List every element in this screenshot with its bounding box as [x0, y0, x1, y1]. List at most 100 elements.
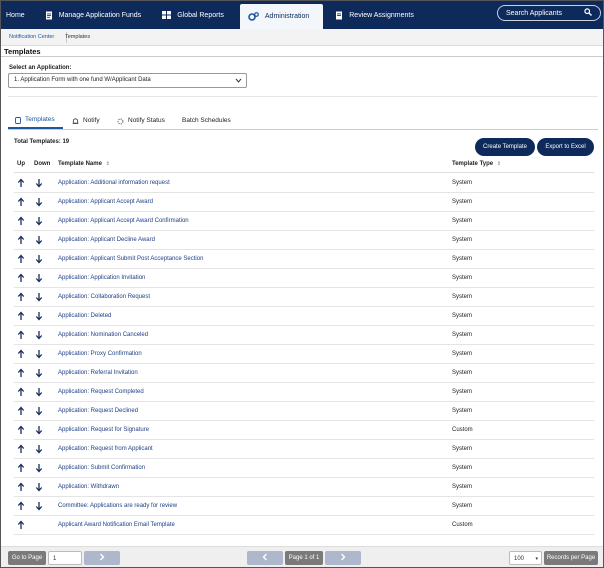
tab-templates[interactable]: Templates	[8, 113, 63, 129]
arrow-up-icon[interactable]	[17, 520, 25, 530]
template-name-link[interactable]: Application: Submit Confirmation	[58, 459, 145, 478]
arrow-down-icon[interactable]	[35, 330, 43, 340]
template-name-link[interactable]: Application: Proxy Confirmation	[58, 345, 142, 364]
arrow-up-icon[interactable]	[17, 482, 25, 492]
arrow-down-icon[interactable]	[35, 197, 43, 207]
template-type: System	[452, 408, 473, 414]
previous-page-button[interactable]	[247, 551, 283, 565]
arrow-down-icon[interactable]	[35, 292, 43, 302]
arrow-up-icon[interactable]	[17, 235, 25, 245]
nav-global-reports[interactable]: Global Reports	[148, 1, 231, 29]
records-per-page-select[interactable]: 100 ▾	[509, 551, 542, 565]
arrow-down-icon[interactable]	[35, 406, 43, 416]
arrow-up-icon[interactable]	[17, 254, 25, 264]
template-name-link[interactable]: Application: Request from Applicant	[58, 440, 153, 459]
arrow-down-icon[interactable]	[35, 254, 43, 264]
tab-notify-status[interactable]: Notify Status	[117, 113, 165, 129]
template-type: System	[452, 503, 473, 509]
nav-review-assignments[interactable]: Review Assignments	[323, 1, 421, 29]
template-type: System	[452, 370, 473, 376]
arrow-down-icon[interactable]	[35, 216, 43, 226]
template-name-link[interactable]: Application: Deleted	[58, 307, 111, 326]
arrow-up-icon[interactable]	[17, 330, 25, 340]
nav-administration[interactable]: Administration	[239, 4, 324, 29]
nav-manage-funds-label: Manage Application Funds	[58, 11, 142, 19]
arrow-down-icon[interactable]	[35, 311, 43, 321]
go-arrow-button[interactable]	[84, 551, 120, 565]
template-name-link[interactable]: Application: Nomination Canceled	[58, 326, 148, 345]
column-template-type[interactable]: Template Type ⇕	[452, 161, 501, 167]
bell-icon	[72, 117, 79, 125]
next-page-button[interactable]	[325, 551, 361, 565]
template-name-link[interactable]: Application: Collaboration Request	[58, 288, 150, 307]
arrow-down-icon[interactable]	[35, 368, 43, 378]
arrow-down-icon[interactable]	[35, 387, 43, 397]
template-type: System	[452, 313, 473, 319]
arrow-up-icon[interactable]	[17, 311, 25, 321]
arrow-up-icon[interactable]	[17, 406, 25, 416]
search-icon[interactable]	[584, 8, 592, 18]
application-select[interactable]: 1. Application Form with one fund W/Appl…	[8, 73, 247, 88]
template-type: System	[452, 351, 473, 357]
create-template-button[interactable]: Create Template	[475, 138, 535, 156]
tab-templates-label: Templates	[25, 116, 55, 123]
table-row: Application: Collaboration Request System	[14, 288, 594, 307]
page-number-input[interactable]: 1	[48, 551, 82, 565]
nav-manage-funds[interactable]: Manage Application Funds	[37, 1, 149, 29]
arrow-down-icon[interactable]	[35, 349, 43, 359]
arrow-up-icon[interactable]	[17, 425, 25, 435]
arrow-up-icon[interactable]	[17, 501, 25, 511]
arrow-up-icon[interactable]	[17, 216, 25, 226]
tab-bar: Templates Notify Notify Status Batch Sch…	[8, 113, 598, 130]
nav-home[interactable]: Home	[1, 1, 37, 29]
nav-review-assignments-label: Review Assignments	[349, 11, 414, 19]
tab-notify[interactable]: Notify	[72, 113, 100, 129]
arrow-up-icon[interactable]	[17, 463, 25, 473]
sort-icon[interactable]: ⇕	[106, 161, 110, 167]
arrow-down-icon[interactable]	[35, 273, 43, 283]
template-name-link[interactable]: Application: Application Invitation	[58, 269, 145, 288]
template-name-link[interactable]: Application: Additional information requ…	[58, 174, 170, 193]
arrow-down-icon[interactable]	[35, 444, 43, 454]
template-name-link[interactable]: Application: Referral Invitation	[58, 364, 138, 383]
search-input[interactable]: Search Applicants	[497, 5, 601, 21]
go-to-page-button[interactable]: Go to Page	[8, 551, 46, 565]
arrow-down-icon[interactable]	[35, 178, 43, 188]
arrow-down-icon[interactable]	[35, 501, 43, 511]
arrow-up-icon[interactable]	[17, 368, 25, 378]
arrow-up-icon[interactable]	[17, 273, 25, 283]
column-down: Down	[34, 161, 51, 167]
template-name-link[interactable]: Committee: Applications are ready for re…	[58, 497, 177, 516]
column-template-name[interactable]: Template Name ⇕	[58, 161, 110, 167]
template-type: System	[452, 389, 473, 395]
records-per-page-value: 100	[514, 556, 525, 562]
arrow-up-icon[interactable]	[17, 197, 25, 207]
chevron-right-icon	[340, 553, 346, 561]
sort-icon[interactable]: ⇕	[497, 161, 501, 167]
table-row: Application: Proxy Confirmation System	[14, 345, 594, 364]
template-name-link[interactable]: Application: Applicant Submit Post Accep…	[58, 250, 203, 269]
template-name-link[interactable]: Application: Withdrawn	[58, 478, 119, 497]
template-name-link[interactable]: Application: Request Completed	[58, 383, 144, 402]
template-name-link[interactable]: Application: Applicant Accept Award Conf…	[58, 212, 189, 231]
arrow-up-icon[interactable]	[17, 444, 25, 454]
arrow-down-icon[interactable]	[35, 425, 43, 435]
arrow-down-icon[interactable]	[35, 482, 43, 492]
arrow-up-icon[interactable]	[17, 292, 25, 302]
export-excel-button[interactable]: Export to Excel	[537, 138, 594, 156]
arrow-up-icon[interactable]	[17, 178, 25, 188]
template-name-link[interactable]: Application: Applicant Decline Award	[58, 231, 155, 250]
template-name-link[interactable]: Application: Applicant Accept Award	[58, 193, 153, 212]
template-name-link[interactable]: Applicant Award Notification Email Templ…	[58, 516, 175, 535]
table-row: Applicant Award Notification Email Templ…	[14, 516, 594, 535]
arrow-down-icon[interactable]	[35, 235, 43, 245]
total-templates: Total Templates: 19	[14, 139, 70, 145]
template-name-link[interactable]: Application: Request Declined	[58, 402, 138, 421]
arrow-down-icon[interactable]	[35, 463, 43, 473]
template-name-link[interactable]: Application: Request for Signature	[58, 421, 149, 440]
arrow-up-icon[interactable]	[17, 349, 25, 359]
template-type: System	[452, 218, 473, 224]
tab-batch-schedules[interactable]: Batch Schedules	[182, 113, 231, 129]
arrow-up-icon[interactable]	[17, 387, 25, 397]
breadcrumb-notification-center[interactable]: Notification Center	[5, 32, 68, 43]
